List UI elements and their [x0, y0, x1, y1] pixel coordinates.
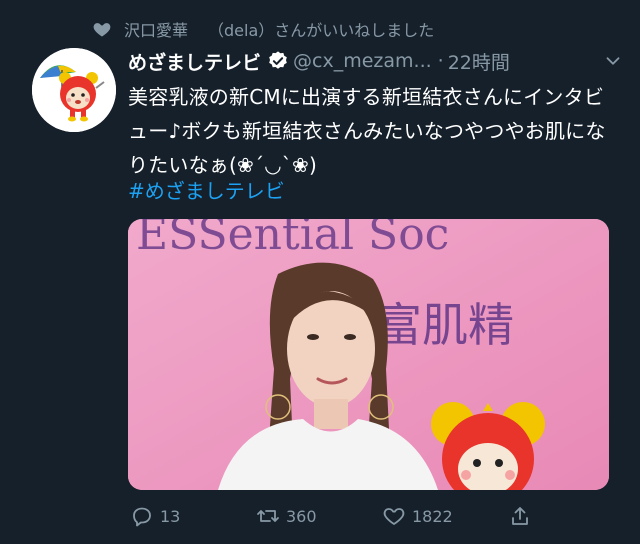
- liked-text: （dela）さんがいいねしました: [208, 21, 435, 40]
- tweet-header: めざましテレビ @cx_mezam... · 22時間: [128, 46, 624, 76]
- mezamashi-mascot-avatar[interactable]: [32, 48, 116, 132]
- separator-dot: ·: [437, 50, 444, 72]
- heart-outline-icon: [383, 508, 405, 525]
- retweet-count: 360: [286, 506, 317, 526]
- tweet-photo[interactable]: ESSential Soc 富肌精: [128, 219, 609, 490]
- reply-icon: [133, 507, 151, 527]
- reply-button[interactable]: 13: [130, 504, 180, 528]
- handle[interactable]: @cx_mezam...: [293, 50, 432, 72]
- display-name[interactable]: めざましテレビ: [128, 48, 261, 75]
- reply-count: 13: [160, 506, 181, 526]
- hashtag-link[interactable]: #めざましテレビ: [128, 176, 285, 206]
- tweet-actions: 13 360 1822: [128, 500, 608, 532]
- retweet-icon: [257, 510, 279, 522]
- liker-name[interactable]: 沢口愛華: [124, 21, 188, 40]
- sign-text-top: ESSential Soc: [136, 219, 449, 260]
- retweet-button[interactable]: 360: [256, 504, 317, 528]
- timestamp[interactable]: 22時間: [448, 48, 510, 75]
- chevron-down-icon[interactable]: [602, 50, 624, 72]
- heart-icon: [92, 19, 112, 39]
- share-icon: [512, 507, 528, 525]
- social-context[interactable]: 沢口愛華 （dela）さんがいいねしました: [92, 14, 434, 44]
- sign-text-jp: 富肌精: [376, 298, 514, 352]
- verified-badge-icon: [267, 50, 289, 72]
- like-button[interactable]: 1822: [382, 504, 453, 528]
- like-count: 1822: [412, 506, 453, 526]
- tweet-text: 美容乳液の新CMに出演する新垣結衣さんにインタビュー♪ボクも新垣結衣さんみたいな…: [128, 85, 606, 177]
- share-button[interactable]: [508, 504, 538, 528]
